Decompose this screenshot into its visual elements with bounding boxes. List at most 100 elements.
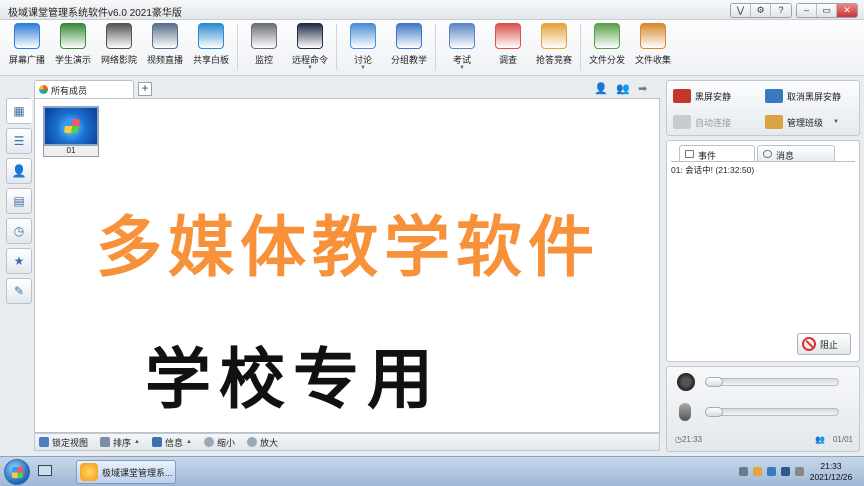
panel-time: 21:33 — [681, 435, 703, 444]
black-screen-button[interactable]: 黑屏安静 — [673, 84, 731, 108]
events-panel: 事件 消息 01: 会话中! (21:32:50) 阻止 — [666, 140, 860, 362]
info-label: 信息 — [164, 437, 183, 448]
left-tab-user-star[interactable]: ★ — [6, 248, 32, 274]
black-screen-label: 黑屏安静 — [695, 91, 732, 102]
windows-taskbar: 极域课堂管理系... 21:33 2021/12/26 — [0, 456, 864, 486]
toolbar-button-chat-bubble[interactable]: 讨论 ▼ — [340, 20, 386, 72]
tray-flag-icon[interactable] — [767, 467, 776, 476]
close-button[interactable]: ✕ — [837, 4, 857, 17]
student-thumbnail[interactable]: 01 — [43, 106, 99, 157]
show-desktop-icon[interactable] — [38, 465, 52, 476]
taskbar-app-label: 极域课堂管理系... — [102, 467, 173, 478]
film-reel-icon — [106, 23, 132, 49]
toolbar-label: 抢答竞赛 — [535, 55, 572, 65]
zoom-out-button[interactable]: 缩小 — [203, 436, 235, 449]
toolbar-separator — [580, 24, 581, 70]
speaker-slider-thumb[interactable] — [705, 377, 723, 387]
toolbar-button-file-distribute[interactable]: 文件分发 — [584, 20, 630, 72]
toolbar-button-file-collect[interactable]: 文件收集 — [630, 20, 676, 72]
cancel-black-screen-icon — [765, 89, 783, 103]
clock-time: 21:33 — [820, 461, 842, 471]
arrow-right-icon[interactable]: ➡ — [638, 83, 650, 95]
toolbar-button-monitor-person[interactable]: 监控 — [241, 20, 287, 72]
manage-class-button[interactable]: 管理班级 ▼ — [765, 110, 839, 134]
toolbar-button-quiz-star[interactable]: 抢答竞赛 — [531, 20, 577, 72]
events-tab-icon — [685, 150, 694, 158]
minimize-button[interactable]: – — [797, 4, 817, 17]
window-titlebar: 极域课堂管理系统软件v6.0 2021豪华版 ⋁ ⚙ ? – ▭ ✕ — [0, 0, 864, 20]
zoom-out-label: 缩小 — [216, 437, 235, 448]
left-tab-thumbnail-view[interactable]: ▦ — [6, 98, 32, 124]
toolbar-button-whiteboard[interactable]: 共享白板 — [188, 20, 234, 72]
toolbar-button-survey-bars[interactable]: 调查 — [485, 20, 531, 72]
all-members-icon — [39, 85, 48, 94]
start-button[interactable] — [4, 459, 30, 485]
info-button[interactable]: 信息 ▲ — [151, 436, 192, 449]
zoom-in-button[interactable]: 放大 — [246, 436, 278, 449]
help-button[interactable]: ? — [771, 4, 791, 17]
overlay-headline: 多媒体教学软件 — [96, 209, 600, 286]
stop-button-label: 阻止 — [820, 339, 839, 350]
toolbar-label: 共享白板 — [192, 55, 229, 65]
toolbar-label: 文件分发 — [588, 55, 625, 65]
left-tab-schedule[interactable]: ◷ — [6, 218, 32, 244]
taskbar-app-item[interactable]: 极域课堂管理系... — [76, 460, 176, 484]
tray-app-icon[interactable] — [753, 467, 762, 476]
toolbar-button-student-demo[interactable]: 学生演示 — [50, 20, 96, 72]
tab-all-members[interactable]: 所有成员 — [34, 80, 134, 99]
taskbar-clock[interactable]: 21:33 2021/12/26 — [802, 461, 860, 483]
left-tab-list-view[interactable]: ☰ — [6, 128, 32, 154]
screen-broadcast-icon — [14, 23, 40, 49]
speaker-volume-slider[interactable] — [705, 377, 839, 387]
whiteboard-icon — [198, 23, 224, 49]
zoom-in-icon — [246, 437, 257, 447]
microphone-volume-slider[interactable] — [705, 407, 839, 417]
tray-arrow-icon[interactable] — [739, 467, 748, 476]
microphone-slider-thumb[interactable] — [705, 407, 723, 417]
schedule-icon: ◷ — [13, 224, 25, 238]
left-tab-document[interactable]: ▤ — [6, 188, 32, 214]
cancel-black-screen-button[interactable]: 取消黑屏安静 — [765, 84, 841, 108]
quick-actions: 黑屏安静 取消黑屏安静 自动连接 管理班级 ▼ — [666, 80, 860, 136]
auto-connect-label: 自动连接 — [695, 117, 732, 128]
lock-view-icon — [39, 437, 49, 447]
user-settings-icon[interactable]: 👥 — [616, 83, 630, 95]
file-distribute-icon — [594, 23, 620, 49]
toolbar-button-screen-broadcast[interactable]: 屏幕广播 — [4, 20, 50, 72]
lock-view-button[interactable]: 锁定视图 — [39, 436, 88, 449]
sort-button[interactable]: 排序 ▲ — [100, 436, 140, 449]
clock-icon: ◷ — [675, 435, 682, 444]
toolbar-separator — [435, 24, 436, 70]
tab-events[interactable]: 事件 — [679, 145, 755, 162]
auto-connect-button[interactable]: 自动连接 — [673, 110, 731, 134]
tab-messages[interactable]: 消息 — [757, 145, 835, 162]
add-tab-button[interactable]: + — [138, 82, 152, 96]
info-icon — [151, 437, 162, 447]
collapse-button[interactable]: ⋁ — [731, 4, 751, 17]
toolbar-label: 网络影院 — [100, 55, 137, 65]
student-canvas: 01 多媒体教学软件 学校专用 — [34, 98, 660, 433]
dropdown-caret-icon: ▼ — [360, 65, 366, 71]
left-tab-edit-board[interactable]: ✎ — [6, 278, 32, 304]
toolbar-button-film-reel[interactable]: 网络影院 — [96, 20, 142, 72]
stop-button[interactable]: 阻止 — [797, 333, 851, 355]
toolbar-button-exam-clock[interactable]: 考试 ▼ — [439, 20, 485, 72]
toolbar-button-group-teaching[interactable]: 分组教学 — [386, 20, 432, 72]
survey-bars-icon — [495, 23, 521, 49]
view-statusbar: 锁定视图 排序 ▲ 信息 ▲ 缩小 放大 — [34, 433, 660, 451]
zoom-out-icon — [203, 437, 214, 447]
toolbar-button-command-prompt[interactable]: 远程命令 ▼ — [287, 20, 333, 72]
tray-network-icon[interactable] — [781, 467, 790, 476]
clock-date: 2021/12/26 — [809, 472, 853, 482]
right-panel: 黑屏安静 取消黑屏安静 自动连接 管理班级 ▼ 事件 消息 01: 会话中! (… — [666, 80, 860, 452]
cancel-black-screen-label: 取消黑屏安静 — [787, 91, 842, 102]
settings-button[interactable]: ⚙ — [751, 4, 771, 17]
group-teaching-icon — [396, 23, 422, 49]
toolbar-button-webcam[interactable]: 视频直播 — [142, 20, 188, 72]
maximize-button[interactable]: ▭ — [817, 4, 837, 17]
speaker-icon — [677, 373, 695, 391]
student-screen — [43, 106, 99, 146]
left-tab-user-remove[interactable]: 👤 — [6, 158, 32, 184]
user-remove-icon: 👤 — [11, 164, 27, 178]
user-group-icon[interactable]: 👤 — [594, 83, 608, 95]
